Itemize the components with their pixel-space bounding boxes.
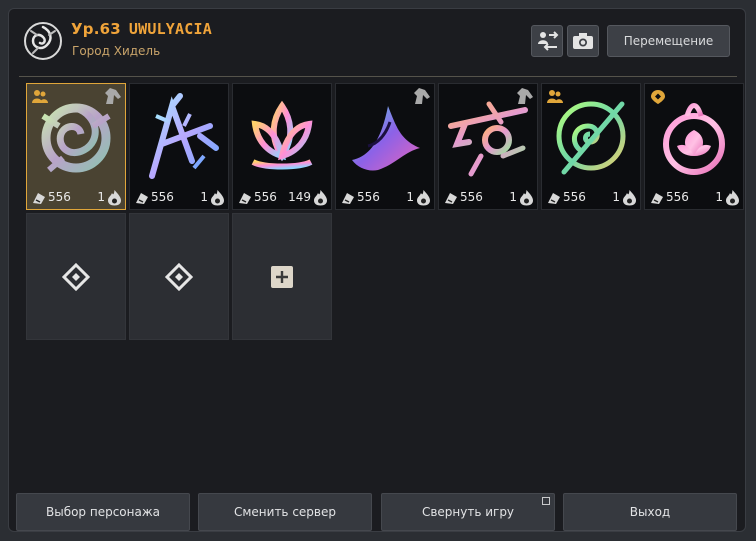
header-divider — [19, 76, 737, 77]
item-level: 556 — [460, 190, 483, 204]
add-slot-icon — [271, 265, 293, 288]
flame-icon — [726, 190, 739, 206]
flame-icon — [108, 190, 121, 206]
character-slots: 556 1 556 1 556 149 556 1 556 1 556 1 55… — [26, 83, 744, 345]
screenshot-button[interactable] — [567, 25, 599, 57]
party-icon — [547, 90, 563, 103]
move-button[interactable]: Перемещение — [607, 25, 730, 57]
external-window-icon — [542, 497, 550, 505]
item-level: 556 — [563, 190, 586, 204]
emblem-icon — [24, 22, 62, 60]
slot-count: 1 — [200, 190, 208, 204]
character-slot[interactable]: 556 1 — [541, 83, 641, 210]
slot-count: 1 — [509, 190, 517, 204]
character-slot[interactable]: 556 1 — [335, 83, 435, 210]
item-level: 556 — [666, 190, 689, 204]
header: Ур.63 UWULYACIA Город Хидель Перемещение — [9, 9, 745, 79]
item-level: 556 — [151, 190, 174, 204]
character-title: Ур.63 UWULYACIA — [71, 20, 220, 38]
item-level-icon — [33, 193, 45, 204]
party-icon — [32, 90, 48, 103]
create-slot-icon — [62, 262, 90, 291]
item-level-icon — [342, 193, 354, 204]
character-location: Город Хидель — [72, 44, 161, 58]
character-slot[interactable]: 556 149 — [232, 83, 332, 210]
item-level-icon — [239, 193, 251, 204]
minimize-game-button[interactable]: Свернуть игру — [381, 493, 555, 531]
item-level: 556 — [357, 190, 380, 204]
character-select-window: Ур.63 UWULYACIA Город Хидель Перемещение — [8, 8, 746, 532]
location-pin-icon — [651, 90, 665, 104]
character-level: Ур.63 — [71, 20, 121, 38]
slot-stats: 556 1 — [130, 187, 228, 209]
slot-count: 1 — [406, 190, 414, 204]
horse-icon — [414, 88, 430, 104]
slot-stats: 556 1 — [645, 187, 743, 209]
class-emblem-art — [149, 93, 219, 179]
horse-icon — [105, 88, 121, 104]
item-level: 556 — [48, 190, 71, 204]
minimize-game-label: Свернуть игру — [421, 505, 515, 519]
flame-icon — [211, 190, 224, 206]
item-level-icon — [548, 193, 560, 204]
flame-icon — [520, 190, 533, 206]
character-slot[interactable]: 556 1 — [438, 83, 538, 210]
horse-icon — [517, 88, 533, 104]
slot-stats: 556 1 — [439, 187, 537, 209]
swap-characters-icon — [538, 31, 559, 51]
create-slot-icon — [165, 262, 193, 291]
character-name: UWULYACIA — [128, 20, 212, 38]
empty-character-slot[interactable] — [26, 213, 126, 340]
item-level: 556 — [254, 190, 277, 204]
swap-characters-button[interactable] — [531, 25, 563, 57]
select-character-button[interactable]: Выбор персонажа — [16, 493, 190, 531]
character-slot[interactable]: 556 1 — [129, 83, 229, 210]
slot-stats: 556 1 — [27, 187, 125, 209]
item-level-icon — [651, 193, 663, 204]
empty-character-slot[interactable] — [129, 213, 229, 340]
camera-icon — [573, 33, 593, 49]
flame-icon — [417, 190, 430, 206]
slot-count: 1 — [715, 190, 723, 204]
slot-count: 1 — [612, 190, 620, 204]
item-level-icon — [445, 193, 457, 204]
slot-stats: 556 149 — [233, 187, 331, 209]
change-server-button[interactable]: Сменить сервер — [198, 493, 372, 531]
slot-count: 149 — [288, 190, 311, 204]
flame-icon — [314, 190, 327, 206]
item-level-icon — [136, 193, 148, 204]
character-slot[interactable]: 556 1 — [26, 83, 126, 210]
class-emblem-art — [251, 100, 313, 170]
add-slot-button[interactable] — [232, 213, 332, 340]
exit-button[interactable]: Выход — [563, 493, 737, 531]
slot-stats: 556 1 — [336, 187, 434, 209]
character-slot[interactable]: 556 1 — [644, 83, 744, 210]
slot-stats: 556 1 — [542, 187, 640, 209]
slot-count: 1 — [97, 190, 105, 204]
flame-icon — [623, 190, 636, 206]
